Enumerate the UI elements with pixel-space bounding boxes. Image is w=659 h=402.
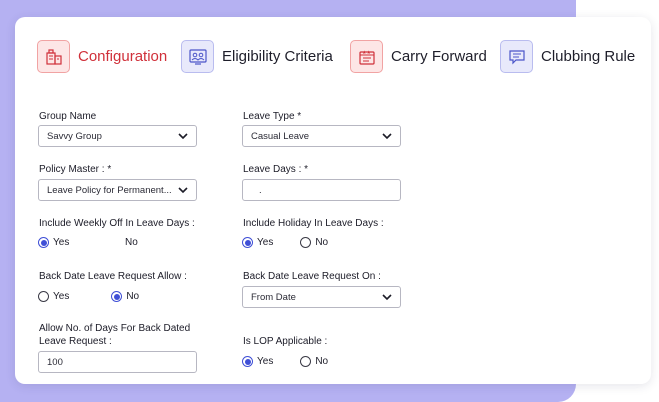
- chevron-down-icon: [382, 132, 392, 139]
- calendar-stars-icon: ★★: [350, 40, 383, 73]
- holiday-no-radio[interactable]: No: [300, 237, 328, 248]
- back-date-on-value: From Date: [251, 291, 296, 303]
- radio-indicator: [38, 291, 49, 302]
- radio-indicator: [111, 291, 123, 302]
- building-icon: [37, 40, 70, 73]
- chevron-down-icon: [178, 132, 188, 139]
- lop-yes-radio[interactable]: Yes: [242, 356, 273, 367]
- radio-label: Yes: [53, 291, 70, 302]
- group-name-value: Savvy Group: [47, 130, 102, 142]
- tab-label: Carry Forward: [391, 48, 487, 65]
- leave-config-card: Configuration Eligibility Criteria ★★ Ca…: [15, 17, 651, 384]
- svg-text:★★: ★★: [362, 50, 371, 56]
- allow-days-value: 100: [47, 356, 63, 368]
- radio-indicator: [300, 237, 312, 248]
- weekly-off-no-option[interactable]: No: [125, 237, 138, 248]
- leave-days-label: Leave Days : *: [243, 164, 309, 175]
- lop-no-radio[interactable]: No: [300, 356, 328, 367]
- group-icon: [181, 40, 214, 73]
- tab-carry-forward[interactable]: ★★ Carry Forward: [350, 40, 487, 73]
- holiday-radio-group: Yes No: [242, 237, 328, 248]
- allow-days-label-line1: Allow No. of Days For Back Dated: [39, 323, 191, 334]
- policy-master-label: Policy Master : *: [39, 164, 112, 175]
- radio-label: Yes: [53, 237, 70, 248]
- radio-label: No: [315, 356, 329, 367]
- radio-indicator: [242, 356, 253, 367]
- leave-days-input[interactable]: .: [242, 179, 401, 201]
- chat-list-icon: [500, 40, 533, 73]
- chevron-down-icon: [382, 293, 392, 300]
- tab-label: Clubbing Rule: [541, 48, 636, 65]
- lop-label: Is LOP Applicable :: [243, 336, 328, 347]
- radio-label: No: [315, 237, 329, 248]
- tab-configuration[interactable]: Configuration: [37, 40, 167, 73]
- radio-indicator: [300, 356, 312, 367]
- holiday-yes-radio[interactable]: Yes: [242, 237, 273, 248]
- weekly-off-yes-radio[interactable]: Yes: [38, 237, 69, 248]
- weekly-off-radio-group: Yes: [38, 237, 69, 248]
- lop-radio-group: Yes No: [242, 356, 328, 367]
- group-name-select[interactable]: Savvy Group: [38, 125, 197, 147]
- tab-bar: Configuration Eligibility Criteria ★★ Ca…: [15, 17, 651, 97]
- allow-days-label-line2: Leave Request :: [39, 336, 112, 347]
- leave-type-select[interactable]: Casual Leave: [242, 125, 401, 147]
- tab-clubbing-rule[interactable]: Clubbing Rule: [500, 40, 635, 73]
- back-date-allow-yes-radio[interactable]: Yes: [38, 291, 69, 302]
- leave-type-label: Leave Type *: [243, 111, 302, 122]
- tab-eligibility-criteria[interactable]: Eligibility Criteria: [181, 40, 333, 73]
- back-date-allow-no-radio[interactable]: No: [111, 291, 139, 302]
- radio-label: No: [126, 291, 140, 302]
- holiday-label: Include Holiday In Leave Days :: [243, 218, 384, 229]
- radio-indicator: [242, 237, 253, 248]
- back-date-on-select[interactable]: From Date: [242, 286, 401, 308]
- leave-type-value: Casual Leave: [251, 130, 310, 142]
- radio-label: Yes: [257, 356, 274, 367]
- back-date-on-label: Back Date Leave Request On :: [243, 271, 381, 282]
- tab-label: Configuration: [78, 48, 168, 65]
- policy-master-select[interactable]: Leave Policy for Permanent...: [38, 179, 197, 201]
- back-date-allow-radio-group: Yes No: [38, 291, 139, 302]
- allow-days-input[interactable]: 100: [38, 351, 197, 373]
- policy-master-value: Leave Policy for Permanent...: [47, 184, 172, 196]
- tab-label: Eligibility Criteria: [222, 48, 333, 65]
- radio-indicator: [38, 237, 49, 248]
- radio-label: Yes: [257, 237, 274, 248]
- group-name-label: Group Name: [39, 111, 97, 122]
- back-date-allow-label: Back Date Leave Request Allow :: [39, 271, 187, 282]
- leave-days-value: .: [259, 184, 262, 196]
- weekly-off-label: Include Weekly Off In Leave Days :: [39, 218, 195, 229]
- chevron-down-icon: [178, 186, 188, 193]
